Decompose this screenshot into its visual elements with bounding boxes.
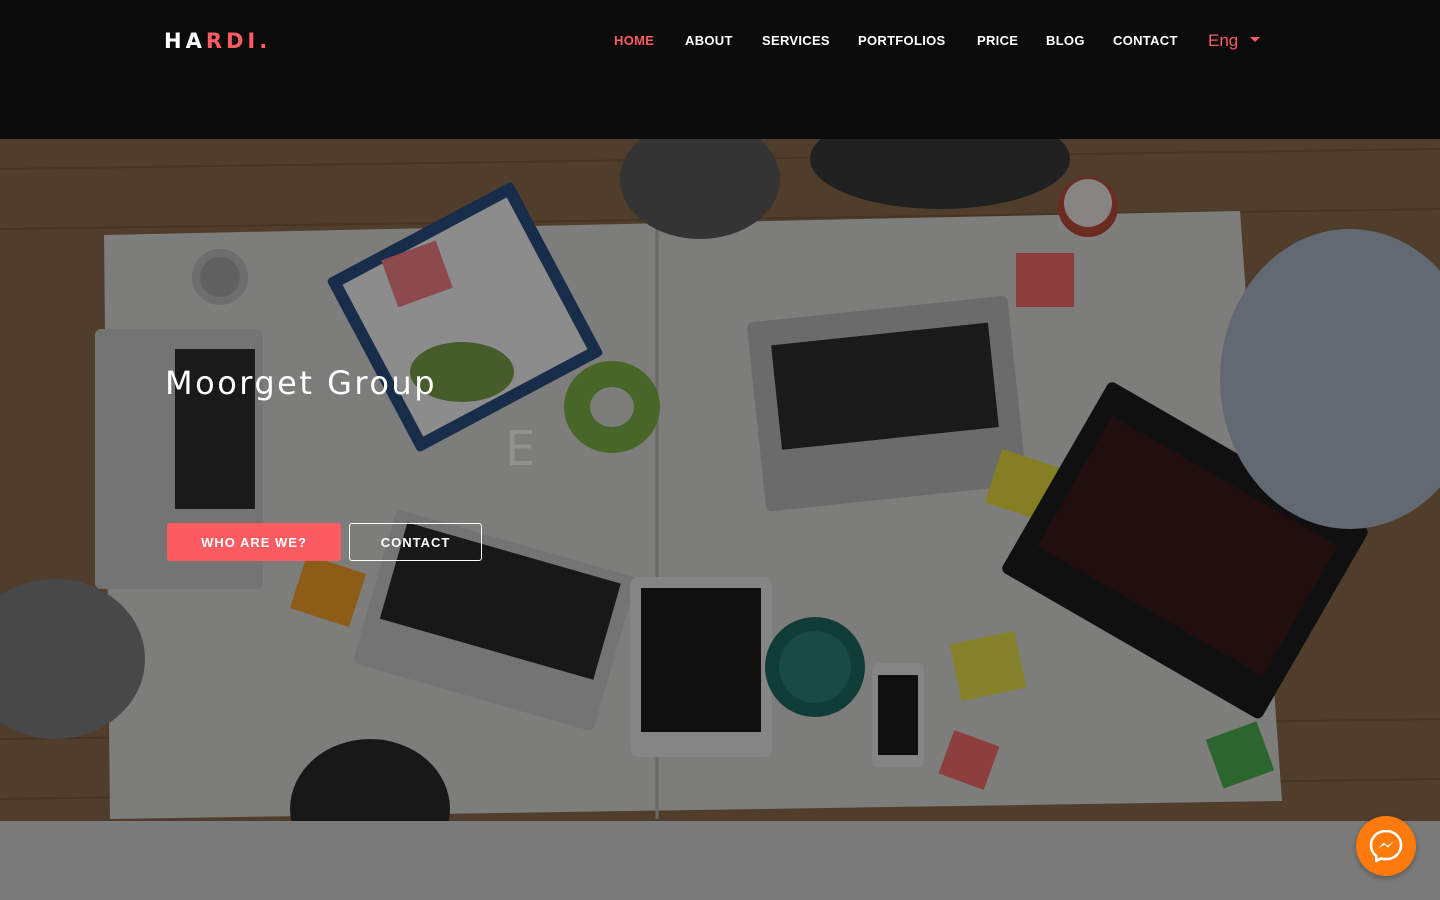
nav-about[interactable]: ABOUT xyxy=(685,33,733,48)
hero-ghost-letter: E xyxy=(505,421,536,477)
top-navigation-bar: HARDI. HOME ABOUT SERVICES PORTFOLIOS PR… xyxy=(0,0,1440,139)
next-section-strip xyxy=(0,821,1440,900)
language-dropdown[interactable]: Eng xyxy=(1208,31,1261,51)
nav-blog[interactable]: BLOG xyxy=(1046,33,1085,48)
contact-button[interactable]: CONTACT xyxy=(349,523,482,561)
language-label: Eng xyxy=(1208,31,1239,50)
messenger-icon xyxy=(1369,829,1403,863)
nav-home[interactable]: HOME xyxy=(614,33,654,48)
caret-down-icon xyxy=(1250,37,1261,42)
nav-services[interactable]: SERVICES xyxy=(762,33,830,48)
messenger-chat-button[interactable] xyxy=(1356,816,1416,876)
hero-section: Moorget Group E WHO ARE WE? CONTACT xyxy=(0,139,1440,821)
main-nav: HOME ABOUT SERVICES PORTFOLIOS PRICE BLO… xyxy=(0,31,1440,51)
who-are-we-button[interactable]: WHO ARE WE? xyxy=(167,523,341,561)
nav-price[interactable]: PRICE xyxy=(977,33,1018,48)
hero-dark-overlay xyxy=(0,139,1440,821)
nav-contact[interactable]: CONTACT xyxy=(1113,33,1178,48)
hero-title: Moorget Group xyxy=(165,364,437,402)
nav-portfolios[interactable]: PORTFOLIOS xyxy=(858,33,946,48)
